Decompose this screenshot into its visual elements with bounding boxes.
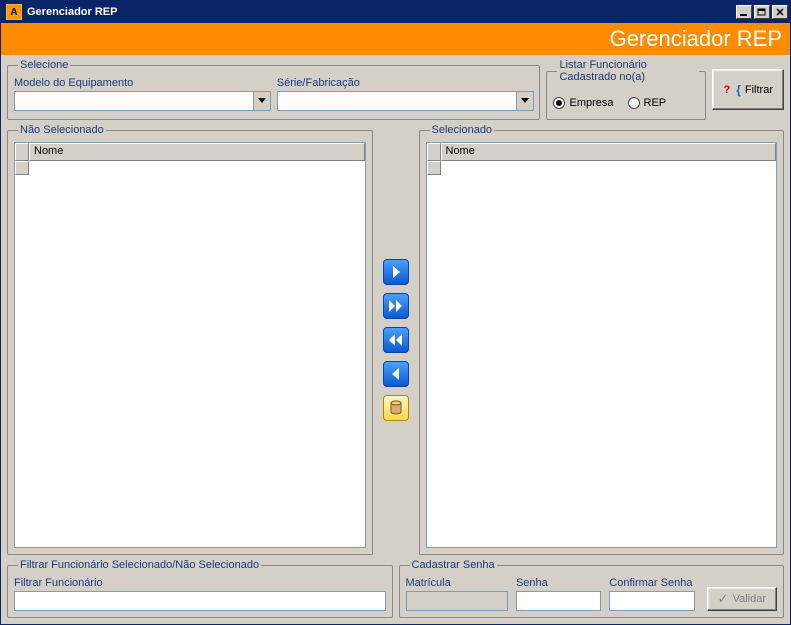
selecionado-legend: Selecionado — [430, 124, 495, 136]
grid-rowhead — [427, 161, 441, 175]
listar-legend: Listar Funcionário Cadastrado no(a) — [557, 59, 699, 83]
nao-selecionado-legend: Não Selecionado — [18, 124, 106, 136]
maximize-icon — [757, 8, 767, 16]
database-icon — [389, 400, 403, 416]
banner-title: Gerenciador REP — [610, 26, 782, 52]
selecione-group: Selecione Modelo do Equipamento Série/Fa… — [7, 59, 540, 120]
senha-input[interactable] — [516, 591, 601, 611]
banner: Gerenciador REP — [1, 23, 790, 55]
radio-empresa-label: Empresa — [569, 97, 613, 109]
confirmar-senha-input[interactable] — [609, 591, 694, 611]
matricula-input — [406, 591, 508, 611]
minimize-button[interactable] — [736, 5, 752, 19]
nao-selecionado-grid[interactable]: Nome — [14, 142, 366, 548]
chevron-left-icon — [390, 367, 402, 381]
modelo-label: Modelo do Equipamento — [14, 77, 271, 89]
filtrar-func-legend: Filtrar Funcionário Selecionado/Não Sele… — [18, 559, 261, 571]
filtrar-func-label: Filtrar Funcionário — [14, 577, 386, 589]
maximize-button[interactable] — [754, 5, 770, 19]
filtrar-func-input[interactable] — [14, 591, 386, 611]
selecionado-grid[interactable]: Nome — [426, 142, 778, 548]
close-icon — [775, 8, 785, 16]
radio-rep[interactable]: REP — [628, 97, 667, 109]
grid-corner — [15, 143, 29, 161]
move-left-button[interactable] — [383, 361, 409, 387]
arrow-icon: { — [736, 83, 741, 97]
move-all-right-button[interactable] — [383, 293, 409, 319]
filtrar-func-group: Filtrar Funcionário Selecionado/Não Sele… — [7, 559, 393, 618]
confirmar-senha-label: Confirmar Senha — [609, 577, 694, 589]
listar-group: Listar Funcionário Cadastrado no(a) Empr… — [546, 59, 706, 120]
app-icon: A — [6, 4, 22, 20]
cadastrar-senha-legend: Cadastrar Senha — [410, 559, 497, 571]
window-title: Gerenciador REP — [27, 6, 117, 18]
nao-selecionado-group: Não Selecionado Nome — [7, 124, 373, 555]
radio-icon — [628, 97, 640, 109]
question-icon: ? — [723, 84, 730, 96]
double-chevron-left-icon — [388, 333, 404, 347]
serie-label: Série/Fabricação — [277, 77, 534, 89]
validar-button[interactable]: ✓ Validar — [707, 587, 777, 611]
close-button[interactable] — [772, 5, 788, 19]
grid-corner — [427, 143, 441, 161]
validar-label: Validar — [733, 593, 766, 605]
nao-sel-col-nome[interactable]: Nome — [29, 143, 365, 161]
matricula-label: Matrícula — [406, 577, 508, 589]
titlebar: A Gerenciador REP — [1, 1, 790, 23]
modelo-combobox[interactable] — [14, 91, 271, 111]
filtrar-button[interactable]: ? { Filtrar — [712, 69, 784, 110]
radio-rep-label: REP — [644, 97, 667, 109]
serie-combobox[interactable] — [277, 91, 534, 111]
chevron-down-icon — [253, 92, 270, 110]
cadastrar-senha-group: Cadastrar Senha Matrícula Senha Confirma… — [399, 559, 785, 618]
check-icon: ✓ — [718, 591, 729, 607]
minimize-icon — [739, 8, 749, 16]
grid-rowhead — [15, 161, 29, 175]
app-window: A Gerenciador REP Gerenciador REP Seleci… — [0, 0, 791, 625]
radio-icon — [553, 97, 565, 109]
selecione-legend: Selecione — [18, 59, 70, 71]
database-button[interactable] — [383, 395, 409, 421]
double-chevron-right-icon — [388, 299, 404, 313]
move-all-left-button[interactable] — [383, 327, 409, 353]
chevron-down-icon — [516, 92, 533, 110]
transfer-buttons — [379, 124, 413, 555]
senha-label: Senha — [516, 577, 601, 589]
selecionado-group: Selecionado Nome — [419, 124, 785, 555]
filtrar-label: Filtrar — [745, 84, 773, 96]
radio-empresa[interactable]: Empresa — [553, 97, 613, 109]
sel-col-nome[interactable]: Nome — [441, 143, 777, 161]
chevron-right-icon — [390, 265, 402, 279]
move-right-button[interactable] — [383, 259, 409, 285]
